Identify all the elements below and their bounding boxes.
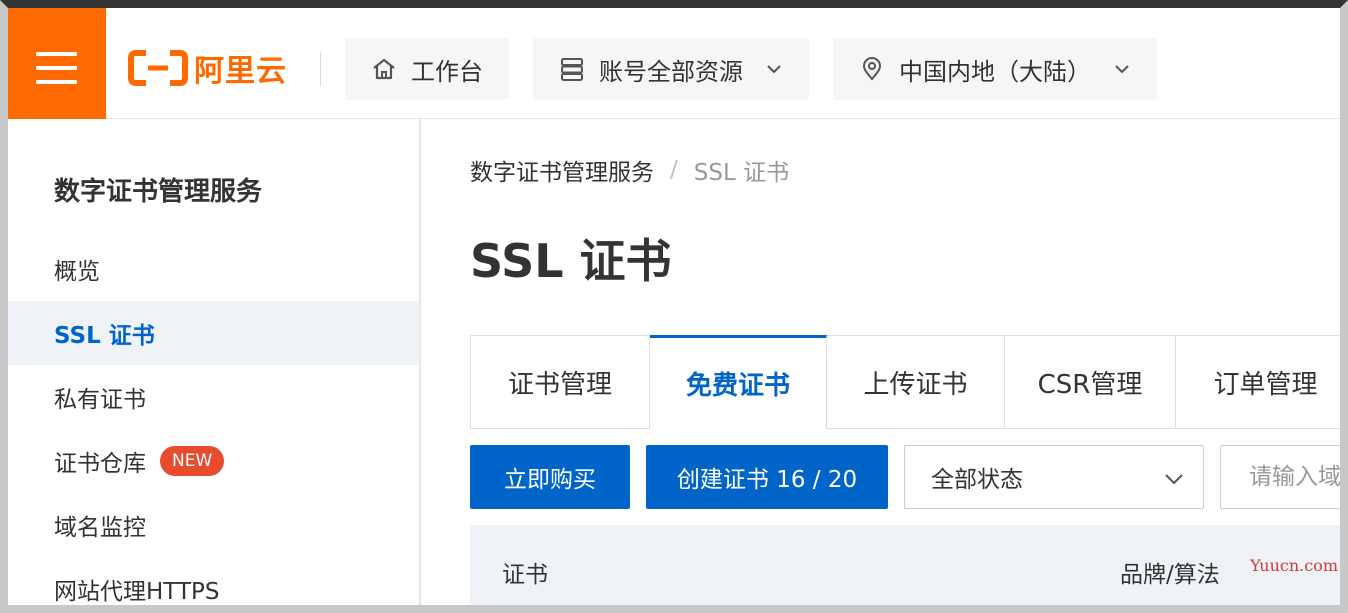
domain-search-field[interactable] [1220,445,1340,509]
tab-order-management[interactable]: 订单管理 [1176,335,1340,429]
location-pin-icon [862,57,882,81]
tab-label: CSR管理 [1037,369,1143,400]
sidebar-item-label: 证书仓库 [54,451,146,477]
column-header-brand-algorithm: 品牌/算法 [1120,562,1220,588]
workbench-label: 工作台 [411,57,483,86]
tab-upload-certificate[interactable]: 上传证书 [827,335,1005,429]
breadcrumb-root-link[interactable]: 数字证书管理服务 [470,153,654,187]
breadcrumb-current: SSL 证书 [693,160,790,186]
region-dropdown[interactable]: 中国内地（大陆） [833,38,1157,100]
menu-button[interactable] [8,8,106,119]
sidebar-item-label: 网站代理HTTPS [54,579,220,605]
tab-free-certificates[interactable]: 免费证书 [650,335,827,429]
watermark-text: Yuucn.com [1250,556,1338,575]
home-icon [373,58,395,80]
hamburger-icon [36,52,77,56]
hamburger-icon [36,66,77,70]
sidebar: 数字证书管理服务 概览 SSL 证书 私有证书 证书仓库 NEW 域名监控 网站… [8,119,421,605]
logo-divider [320,52,321,86]
sidebar-item-ssl-certificates[interactable]: SSL 证书 [8,301,419,365]
domain-search-input[interactable] [1247,463,1340,491]
breadcrumb-separator: / [670,157,678,183]
page-title: SSL 证书 [470,234,672,288]
sidebar-item-private-certificates[interactable]: 私有证书 [8,365,419,429]
resources-dropdown[interactable]: 账号全部资源 [533,38,809,100]
chevron-down-icon [1165,474,1183,485]
browser-frame: 阿里云 工作台 账号全部资源 中国内地（大陆） 数字证书管理服务 概览 SSL … [0,0,1348,613]
status-select[interactable]: 全部状态 [904,445,1204,509]
breadcrumb: 数字证书管理服务 / SSL 证书 [470,153,789,187]
buy-now-button[interactable]: 立即购买 [470,445,630,509]
sidebar-item-label: 私有证书 [54,387,146,413]
console-page: 阿里云 工作台 账号全部资源 中国内地（大陆） 数字证书管理服务 概览 SSL … [8,8,1340,605]
tab-csr-management[interactable]: CSR管理 [1005,335,1176,429]
top-navigation-bar: 阿里云 工作台 账号全部资源 中国内地（大陆） [8,8,1340,119]
logo-text: 阿里云 [194,54,287,89]
sidebar-title: 数字证书管理服务 [54,177,263,207]
table-header: 证书 品牌/算法 [470,525,1340,605]
resources-label: 账号全部资源 [599,57,743,86]
tab-label: 上传证书 [863,369,968,400]
sidebar-item-label: 概览 [54,259,100,285]
tab-bar: 证书管理 免费证书 上传证书 CSR管理 订单管理 [470,335,1340,429]
sidebar-item-label: SSL 证书 [54,323,155,349]
chevron-down-icon [1115,65,1129,74]
server-icon [561,58,583,81]
sidebar-item-label: 域名监控 [54,515,146,541]
sidebar-item-overview[interactable]: 概览 [8,237,419,301]
tab-label: 订单管理 [1213,369,1318,400]
tab-label: 免费证书 [685,371,790,401]
sidebar-item-domain-monitoring[interactable]: 域名监控 [8,493,419,557]
sidebar-item-website-proxy-https[interactable]: 网站代理HTTPS [8,557,419,605]
new-badge: NEW [160,446,225,476]
workbench-button[interactable]: 工作台 [345,38,509,100]
region-label: 中国内地（大陆） [899,57,1091,86]
sidebar-item-certificate-repository[interactable]: 证书仓库 NEW [8,429,419,493]
create-certificate-button[interactable]: 创建证书 16 / 20 [646,445,888,509]
tab-certificate-management[interactable]: 证书管理 [470,335,650,429]
chevron-down-icon [767,65,781,74]
status-select-value: 全部状态 [931,467,1023,493]
aliyun-logo-icon [128,50,188,86]
column-header-certificate: 证书 [502,562,548,588]
tab-label: 证书管理 [507,369,612,400]
hamburger-icon [36,80,77,84]
aliyun-logo[interactable]: 阿里云 [128,48,287,89]
main-content: 数字证书管理服务 / SSL 证书 SSL 证书 证书管理 免费证书 上传证书 … [421,119,1340,605]
